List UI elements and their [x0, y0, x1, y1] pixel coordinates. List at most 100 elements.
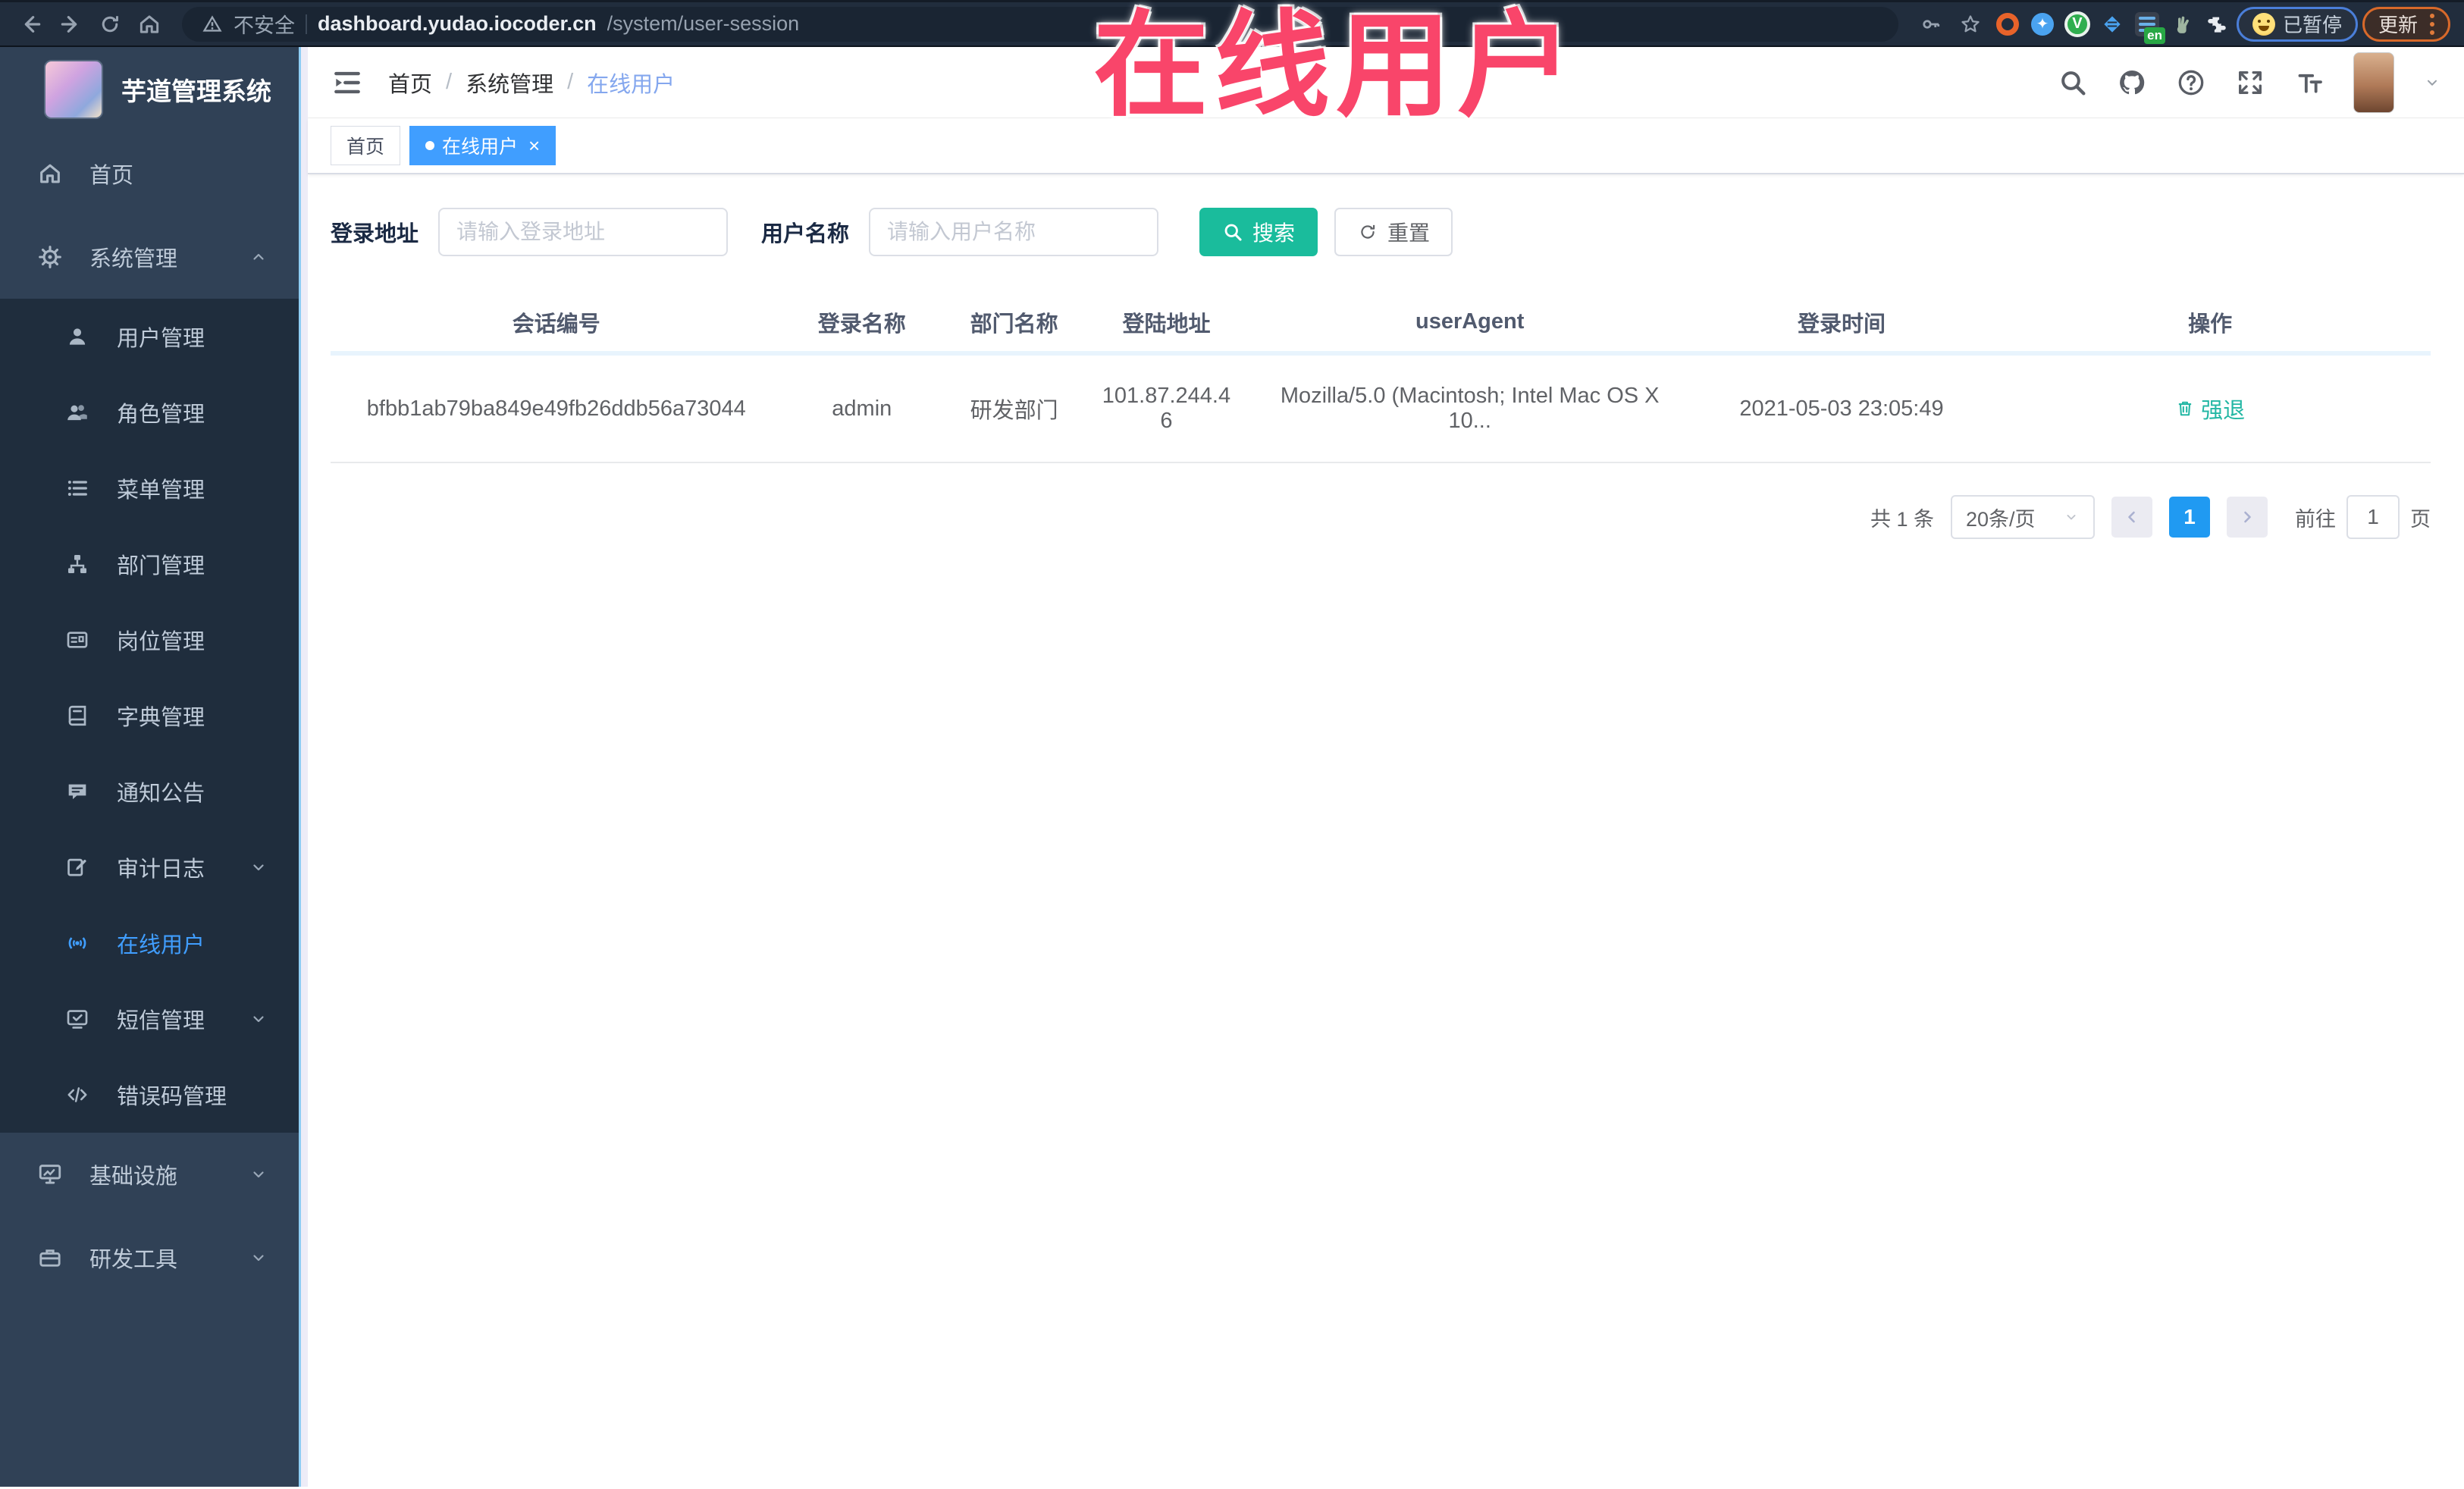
- cell-login-name: admin: [782, 353, 942, 463]
- extension-blue-diamond-icon[interactable]: [2097, 9, 2127, 39]
- browser-menu-icon[interactable]: [2430, 13, 2434, 35]
- sidebar-item-menu-management[interactable]: 菜单管理: [0, 450, 299, 526]
- app-logo: [44, 60, 103, 119]
- search-icon[interactable]: [2058, 67, 2088, 98]
- sidebar-logo-row[interactable]: 芋道管理系统: [0, 47, 299, 132]
- sms-icon: [64, 1007, 91, 1031]
- sidebar-item-role-management[interactable]: 角色管理: [0, 375, 299, 450]
- goto-page-group: 前往 页: [2295, 495, 2431, 539]
- bookmark-star-icon[interactable]: [1953, 7, 1988, 42]
- url-divider: [306, 14, 307, 34]
- font-size-icon[interactable]: [2294, 67, 2324, 98]
- chevron-up-icon: [249, 248, 268, 266]
- fullscreen-icon[interactable]: [2235, 67, 2265, 98]
- column-actions: 操作: [1989, 293, 2431, 356]
- book-icon: [64, 704, 91, 728]
- sidebar-item-position-management[interactable]: 岗位管理: [0, 602, 299, 678]
- browser-toolbar: 不安全 dashboard.yudao.iocoder.cn /system/u…: [0, 0, 2464, 47]
- browser-back-button[interactable]: [14, 7, 49, 42]
- sidebar-menu: 首页 系统管理 用户管理 角色管理 菜单管理 部门管理 岗位管理 字典管理 通知…: [0, 132, 299, 1487]
- cell-user-agent: Mozilla/5.0 (Macintosh; Intel Mac OS X 1…: [1246, 353, 1694, 463]
- extension-green-check-icon[interactable]: V: [2062, 9, 2093, 39]
- home-icon: [36, 161, 64, 187]
- code-icon: [64, 1083, 91, 1107]
- audit-log-icon: [64, 855, 91, 879]
- extension-blue-bulb-icon[interactable]: ✦: [2027, 9, 2058, 39]
- org-tree-icon: [64, 552, 91, 576]
- gear-icon: [36, 244, 64, 270]
- extensions-puzzle-icon[interactable]: [2202, 9, 2232, 39]
- help-icon[interactable]: [2176, 67, 2206, 98]
- username-input[interactable]: [869, 208, 1159, 256]
- sidebar-item-announcement[interactable]: 通知公告: [0, 754, 299, 829]
- github-icon[interactable]: [2117, 67, 2147, 98]
- sidebar-scrollbar[interactable]: [299, 47, 308, 1487]
- sidebar-item-department-management[interactable]: 部门管理: [0, 526, 299, 602]
- chevron-left-icon: [2123, 508, 2141, 526]
- extension-hand-icon[interactable]: [2167, 9, 2197, 39]
- extension-orange-ring-icon[interactable]: [1992, 9, 2023, 39]
- column-department: 部门名称: [942, 293, 1087, 356]
- sidebar-item-sms-management[interactable]: 短信管理: [0, 981, 299, 1057]
- page-content: 登录地址 用户名称 搜索 重置: [308, 174, 2464, 539]
- sidebar-item-online-users[interactable]: 在线用户: [0, 905, 299, 981]
- page-unit-label: 页: [2410, 507, 2431, 531]
- browser-reload-button[interactable]: [92, 7, 127, 42]
- goto-page-input[interactable]: [2346, 495, 2400, 539]
- sessions-table: 会话编号 登录名称 部门名称 登陆地址 userAgent 登录时间 操作 bf…: [331, 293, 2431, 463]
- sidebar-item-user-management[interactable]: 用户管理: [0, 299, 299, 375]
- sidebar-item-dev-tools[interactable]: 研发工具: [0, 1216, 299, 1299]
- password-key-icon[interactable]: [1914, 7, 1948, 42]
- browser-update-button[interactable]: 更新: [2362, 6, 2450, 42]
- column-session-id: 会话编号: [331, 293, 782, 356]
- sidebar-item-error-code-management[interactable]: 错误码管理: [0, 1057, 299, 1133]
- column-login-name: 登录名称: [782, 293, 942, 356]
- close-tab-icon[interactable]: ×: [528, 136, 540, 155]
- chevron-right-icon: [2238, 508, 2256, 526]
- app-header: 首页 / 系统管理 / 在线用户: [308, 47, 2464, 118]
- url-domain: dashboard.yudao.iocoder.cn: [318, 12, 597, 35]
- header-actions: [2058, 52, 2441, 113]
- page-size-select[interactable]: 20条/页: [1951, 495, 2095, 539]
- sidebar-item-dict-management[interactable]: 字典管理: [0, 678, 299, 754]
- force-logout-button[interactable]: 强退: [2175, 393, 2245, 425]
- sidebar-item-audit-log[interactable]: 审计日志: [0, 829, 299, 905]
- sidebar-item-home[interactable]: 首页: [0, 132, 299, 215]
- menu-list-icon: [64, 476, 91, 500]
- table-row: bfbb1ab79ba849e49fb26ddb56a73044 admin 研…: [331, 353, 2431, 463]
- page-number-1[interactable]: 1: [2169, 497, 2210, 538]
- browser-home-button[interactable]: [132, 7, 167, 42]
- chevron-down-icon: [249, 1249, 268, 1267]
- user-dropdown-caret-icon[interactable]: [2423, 74, 2441, 91]
- reset-button[interactable]: 重置: [1334, 208, 1453, 256]
- cell-login-address: 101.87.244.46: [1086, 353, 1246, 463]
- browser-forward-button[interactable]: [53, 7, 88, 42]
- breadcrumb-system-management[interactable]: 系统管理: [466, 67, 553, 99]
- collapse-sidebar-icon[interactable]: [331, 66, 364, 99]
- prev-page-button[interactable]: [2111, 497, 2152, 538]
- chevron-down-icon: [249, 1010, 268, 1028]
- security-label: 不安全: [234, 14, 295, 37]
- cell-login-time: 2021-05-03 23:05:49: [1693, 353, 1990, 463]
- user-icon: [64, 324, 91, 349]
- tab-online-users[interactable]: 在线用户 ×: [409, 126, 556, 165]
- app-title: 芋道管理系统: [121, 77, 271, 105]
- refresh-icon: [1357, 222, 1378, 242]
- sidebar-item-system-management[interactable]: 系统管理: [0, 215, 299, 299]
- sidebar-item-infrastructure[interactable]: 基础设施: [0, 1133, 299, 1216]
- breadcrumb-home[interactable]: 首页: [388, 67, 432, 99]
- login-address-input[interactable]: [438, 208, 729, 256]
- login-address-label: 登录地址: [331, 222, 419, 246]
- filter-form: 登录地址 用户名称 搜索 重置: [331, 208, 2431, 256]
- column-login-time: 登录时间: [1693, 293, 1990, 356]
- profile-paused-badge[interactable]: 已暂停: [2236, 6, 2358, 42]
- address-bar[interactable]: 不安全 dashboard.yudao.iocoder.cn /system/u…: [182, 6, 1898, 42]
- pagination-total: 共 1 条: [1870, 507, 1934, 531]
- translate-extension-icon[interactable]: en: [2132, 9, 2165, 44]
- chevron-down-icon: [2063, 509, 2080, 525]
- search-button[interactable]: 搜索: [1199, 208, 1318, 256]
- next-page-button[interactable]: [2227, 497, 2268, 538]
- online-user-icon: [64, 931, 91, 955]
- tab-home[interactable]: 首页: [331, 126, 401, 165]
- user-avatar[interactable]: [2353, 52, 2394, 113]
